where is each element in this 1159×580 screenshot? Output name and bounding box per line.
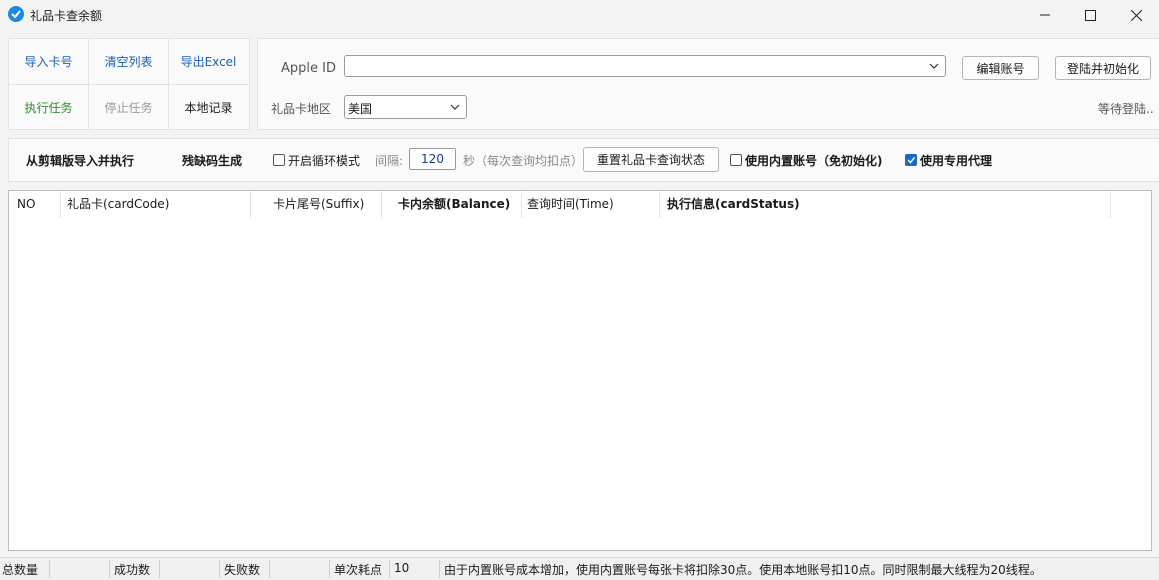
chevron-down-icon (450, 104, 460, 110)
column-header-no[interactable]: NO (17, 191, 35, 218)
reset-status-button[interactable]: 重置礼品卡查询状态 (583, 147, 719, 172)
region-value: 美国 (348, 102, 373, 116)
column-header-card-code[interactable]: 礼品卡(cardCode) (67, 191, 169, 218)
fail-count-label: 失败数 (224, 563, 261, 577)
column-header-balance[interactable]: 卡内余额(Balance) (398, 191, 510, 218)
login-init-button[interactable]: 登陆并初始化 (1055, 56, 1151, 80)
card-table[interactable]: NO 礼品卡(cardCode) 卡片尾号(Suffix) 卡内余额(Balan… (8, 190, 1152, 551)
builtin-account-checkbox[interactable] (730, 154, 742, 166)
apple-id-label: Apple ID (281, 61, 336, 76)
import-clipboard-button[interactable]: 从剪辑版导入并执行 (26, 152, 134, 169)
column-header-time[interactable]: 查询时间(Time) (527, 191, 614, 218)
edit-account-button[interactable]: 编辑账号 (962, 56, 1039, 80)
export-excel-button[interactable]: 导出Excel (169, 39, 248, 83)
chevron-down-icon (929, 63, 939, 69)
check-icon (907, 157, 916, 164)
clear-list-button[interactable]: 清空列表 (89, 39, 168, 83)
column-header-suffix[interactable]: 卡片尾号(Suffix) (273, 191, 364, 218)
options-bar: 从剪辑版导入并执行 残缺码生成 开启循环模式 间隔: 120 秒（每次查询均扣点… (8, 138, 1159, 182)
local-records-button[interactable]: 本地记录 (169, 85, 248, 129)
import-cards-button[interactable]: 导入卡号 (9, 39, 88, 83)
action-button-panel: 导入卡号 清空列表 导出Excel 执行任务 停止任务 本地记录 (8, 38, 250, 130)
account-panel: Apple ID 编辑账号 登陆并初始化 礼品卡地区 美国 等待登陆.. (257, 38, 1159, 130)
total-count-label: 总数量 (2, 563, 39, 577)
region-combobox[interactable]: 美国 (344, 95, 467, 119)
loop-mode-label: 开启循环模式 (288, 154, 361, 168)
cost-value: 10 (394, 561, 410, 575)
run-task-button[interactable]: 执行任务 (9, 85, 88, 129)
app-logo-icon (8, 6, 24, 22)
region-label: 礼品卡地区 (271, 102, 332, 116)
window-title: 礼品卡查余额 (30, 9, 103, 23)
interval-label: 间隔: (375, 154, 404, 168)
cost-label: 单次耗点 (334, 563, 383, 577)
missing-code-button[interactable]: 残缺码生成 (182, 152, 242, 169)
column-header-card-status[interactable]: 执行信息(cardStatus) (667, 191, 800, 218)
interval-input[interactable]: 120 (409, 148, 456, 170)
apple-id-combobox[interactable] (344, 55, 946, 77)
dedicated-proxy-label: 使用专用代理 (920, 154, 993, 168)
minimize-button[interactable] (1022, 0, 1068, 30)
success-count-label: 成功数 (114, 563, 151, 577)
title-bar: 礼品卡查余额 (0, 0, 1159, 30)
status-bar: 总数量 成功数 失败数 单次耗点 10 由于内置账号成本增加，使用内置账号每张卡… (0, 557, 1159, 580)
dedicated-proxy-checkbox[interactable] (905, 154, 917, 166)
stop-task-button[interactable]: 停止任务 (89, 85, 168, 129)
interval-unit-label: 秒（每次查询均扣点） (463, 154, 584, 168)
login-status-text: 等待登陆.. (1098, 102, 1154, 116)
loop-mode-checkbox[interactable] (273, 154, 285, 166)
close-button[interactable] (1113, 0, 1159, 30)
notice-text: 由于内置账号成本增加，使用内置账号每张卡将扣除30点。使用本地账号扣10点。同时… (444, 563, 1042, 577)
builtin-account-label: 使用内置账号（免初始化) (745, 154, 883, 168)
maximize-button[interactable] (1067, 0, 1113, 30)
